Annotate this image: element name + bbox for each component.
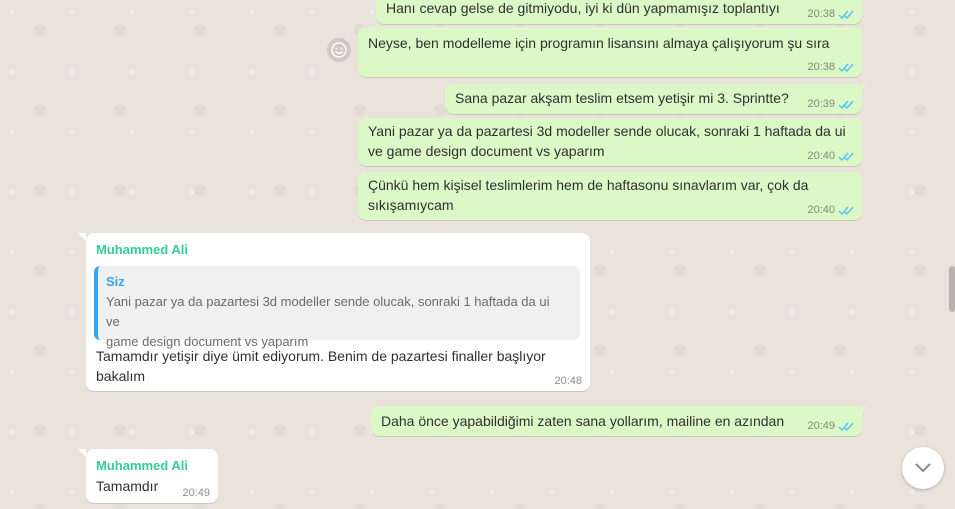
message-meta: 20:38 <box>807 8 854 20</box>
message-time: 20:39 <box>807 98 835 110</box>
message-time: 20:40 <box>807 204 835 216</box>
scroll-down-button[interactable] <box>902 447 944 489</box>
message-text: Daha önce yapabildiğimi zaten sana yolla… <box>381 413 785 429</box>
chevron-down-icon <box>915 463 931 473</box>
message-meta: 20:38 <box>807 61 854 73</box>
message-time: 20:48 <box>554 375 582 387</box>
message-text-line: Tamamdır yetişir diye ümit ediyorum. Ben… <box>96 348 546 364</box>
message-meta: 20:48 <box>554 375 582 387</box>
double-check-icon <box>838 152 854 161</box>
message-text: Sana pazar akşam teslim etsem yetişir mi… <box>455 90 789 106</box>
sender-name[interactable]: Muhammed Ali <box>86 449 218 475</box>
message-outgoing[interactable]: Neyse, ben modelleme için programın lisa… <box>358 27 862 77</box>
message-text: Hanı cevap gelse de gitmiyodu, iyi ki dü… <box>386 0 780 16</box>
message-text-line: Çünkü hem kişisel teslimlerim hem de haf… <box>368 177 809 193</box>
bubble-tail <box>78 233 86 241</box>
bubble-tail <box>860 84 868 92</box>
scrollbar-thumb[interactable] <box>949 266 955 312</box>
message-text-line: bakalım <box>96 368 146 384</box>
quoted-text-line: Yani pazar ya da pazartesi 3d modeller s… <box>106 294 550 329</box>
double-check-icon <box>838 100 854 109</box>
message-text-line: Yani pazar ya da pazartesi 3d modeller s… <box>368 123 846 139</box>
message-outgoing[interactable]: Çünkü hem kişisel teslimlerim hem de haf… <box>358 172 862 220</box>
message-incoming[interactable]: Muhammed Ali Siz Yani pazar ya da pazart… <box>86 233 590 391</box>
sender-name[interactable]: Muhammed Ali <box>86 233 590 259</box>
message-time: 20:38 <box>807 8 835 20</box>
message-meta: 20:40 <box>807 204 854 216</box>
double-check-icon <box>838 63 854 72</box>
message-outgoing[interactable]: Daha önce yapabildiğimi zaten sana yolla… <box>371 406 862 436</box>
quoted-text: Yani pazar ya da pazartesi 3d modeller s… <box>106 292 566 352</box>
message-meta: 20:39 <box>807 98 854 110</box>
message-outgoing[interactable]: Hanı cevap gelse de gitmiyodu, iyi ki dü… <box>376 0 862 24</box>
message-time: 20:49 <box>182 487 210 499</box>
message-time: 20:38 <box>807 61 835 73</box>
message-meta: 20:49 <box>807 420 854 432</box>
bubble-tail <box>860 406 868 414</box>
quoted-sender: Siz <box>106 274 125 289</box>
message-outgoing[interactable]: Yani pazar ya da pazartesi 3d modeller s… <box>358 118 862 166</box>
message-outgoing[interactable]: Sana pazar akşam teslim etsem yetişir mi… <box>445 84 862 114</box>
bubble-tail <box>78 449 86 457</box>
double-check-icon <box>838 10 854 19</box>
smiley-icon[interactable] <box>327 38 351 62</box>
message-text: Neyse, ben modelleme için programın lisa… <box>368 35 830 51</box>
message-incoming[interactable]: Muhammed Ali Tamamdır 20:49 <box>86 449 218 503</box>
message-meta: 20:40 <box>807 150 854 162</box>
double-check-icon <box>838 422 854 431</box>
quoted-message[interactable]: Siz Yani pazar ya da pazartesi 3d modell… <box>94 266 580 349</box>
message-text-line: sıkışamıycam <box>368 197 454 213</box>
double-check-icon <box>838 206 854 215</box>
message-time: 20:49 <box>807 420 835 432</box>
message-meta: 20:49 <box>182 487 210 499</box>
message-time: 20:40 <box>807 150 835 162</box>
message-text-line: ve game design document vs yaparım <box>368 143 605 159</box>
